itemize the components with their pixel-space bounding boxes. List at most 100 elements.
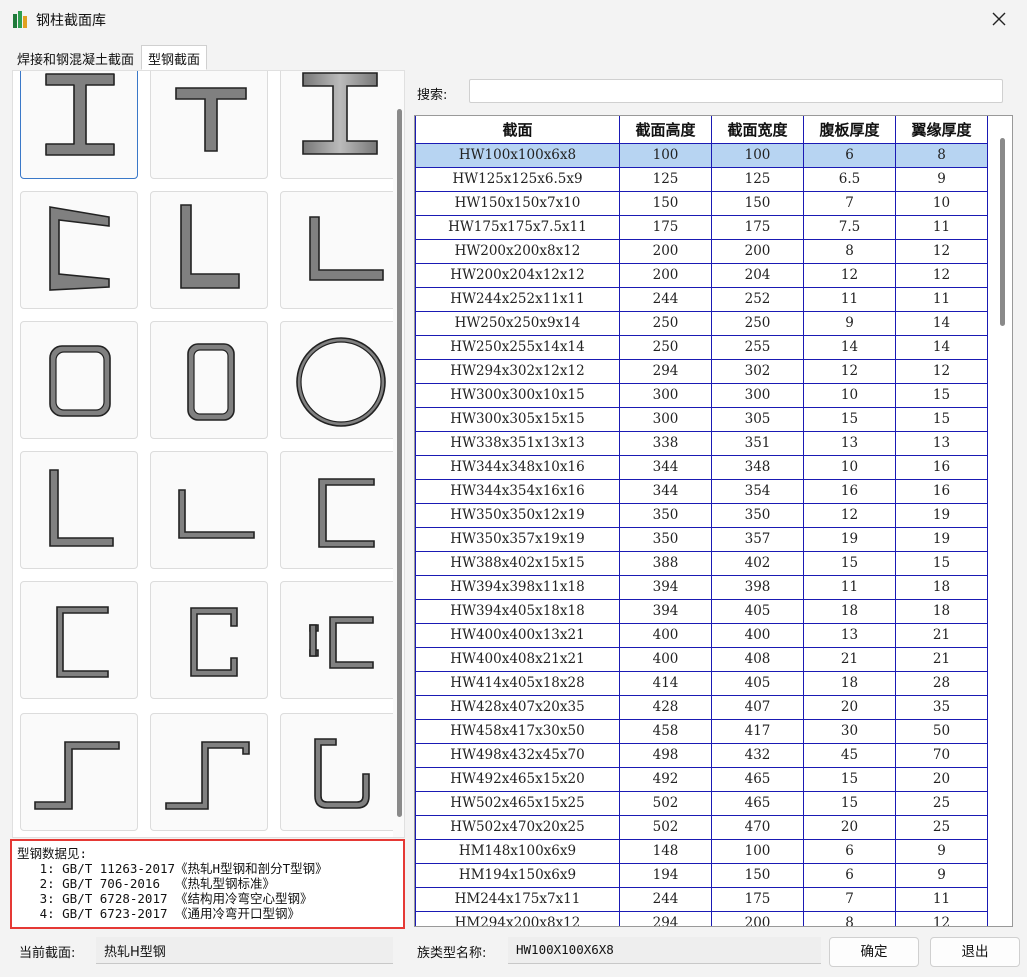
shape-tile[interactable] (20, 581, 138, 699)
table-cell: 432 (711, 742, 804, 768)
table-row[interactable]: HW300x300x10x15 300 300 10 15 (415, 382, 988, 408)
table-row[interactable]: HW400x408x21x21 400 408 21 21 (415, 646, 988, 672)
shape-tile[interactable] (150, 451, 268, 569)
close-icon (992, 12, 1006, 26)
unequal-angle-icon (309, 216, 384, 281)
table-row[interactable]: HW344x354x16x16 344 354 16 16 (415, 478, 988, 504)
table-row[interactable]: HW492x465x15x20 492 465 15 20 (415, 766, 988, 792)
shape-tile[interactable] (20, 451, 138, 569)
exit-button[interactable]: 退出 (930, 937, 1020, 967)
column-header-flange-thickness[interactable]: 翼缘厚度 (895, 116, 988, 144)
table-cell: 428 (619, 694, 712, 720)
shape-tile[interactable] (280, 451, 398, 569)
table-row[interactable]: HW250x255x14x14 250 255 14 14 (415, 334, 988, 360)
table-row[interactable]: HM148x100x6x9 148 100 6 9 (415, 838, 988, 864)
table-row[interactable]: HW498x432x45x70 498 432 45 70 (415, 742, 988, 768)
table-row[interactable]: HW350x357x19x19 350 357 19 19 (415, 526, 988, 552)
gallery-scrollbar[interactable] (393, 71, 404, 837)
table-scrollbar[interactable] (997, 116, 1011, 926)
table-cell: 175 (711, 214, 804, 240)
table-cell: 18 (803, 598, 896, 624)
close-button[interactable] (979, 2, 1019, 36)
standards-info: 型钢数据见: 1: GB/T 11263-2017《热轧H型钢和剖分T型钢》 2… (10, 839, 405, 929)
table-cell: 344 (619, 478, 712, 504)
table-row[interactable]: HW150x150x7x10 150 150 7 10 (415, 190, 988, 216)
table-row[interactable]: HW344x348x10x16 344 348 10 16 (415, 454, 988, 480)
table-row[interactable]: HW388x402x15x15 388 402 15 15 (415, 550, 988, 576)
shape-tile[interactable] (150, 71, 268, 179)
table-row[interactable]: HW100x100x6x8 100 100 6 8 (415, 142, 988, 168)
table-cell: 10 (803, 382, 896, 408)
table-cell: 357 (711, 526, 804, 552)
table-cell: HW200x204x12x12 (415, 262, 620, 288)
table-cell: 417 (711, 718, 804, 744)
shape-tile[interactable] (280, 321, 398, 439)
shape-tile[interactable] (20, 191, 138, 309)
column-header-width[interactable]: 截面宽度 (711, 116, 804, 144)
cold-formed-unequal-angle-icon (178, 489, 255, 539)
table-row[interactable]: HW300x305x15x15 300 305 15 15 (415, 406, 988, 432)
search-input[interactable] (469, 79, 1003, 103)
shape-tile[interactable] (280, 581, 398, 699)
shape-tile[interactable] (150, 581, 268, 699)
table-row[interactable]: HW294x302x12x12 294 302 12 12 (415, 358, 988, 384)
table-row[interactable]: HW502x470x20x25 502 470 20 25 (415, 814, 988, 840)
shape-tile[interactable] (280, 191, 398, 309)
table-row[interactable]: HW250x250x9x14 250 250 9 14 (415, 310, 988, 336)
table-row[interactable]: HW394x398x11x18 394 398 11 18 (415, 574, 988, 600)
table-cell: 350 (619, 502, 712, 528)
table-row[interactable]: HW244x252x11x11 244 252 11 11 (415, 286, 988, 312)
column-header-height[interactable]: 截面高度 (619, 116, 712, 144)
table-cell: 407 (711, 694, 804, 720)
shape-tile[interactable] (20, 321, 138, 439)
shape-tile[interactable] (150, 713, 268, 831)
table-row[interactable]: HW350x350x12x19 350 350 12 19 (415, 502, 988, 528)
table-cell: HM294x200x8x12 (415, 910, 620, 926)
ok-button[interactable]: 确定 (829, 937, 919, 967)
table-cell: 13 (895, 430, 988, 456)
table-row[interactable]: HM294x200x8x12 294 200 8 12 (415, 910, 988, 926)
table-row[interactable]: HW458x417x30x50 458 417 30 50 (415, 718, 988, 744)
search-label: 搜索: (417, 88, 448, 103)
table-cell: HW350x357x19x19 (415, 526, 620, 552)
table-row[interactable]: HM194x150x6x9 194 150 6 9 (415, 862, 988, 888)
table-row[interactable]: HW428x407x20x35 428 407 20 35 (415, 694, 988, 720)
tab-rolled-steel[interactable]: 型钢截面 (141, 45, 208, 70)
table-row[interactable]: HW200x200x8x12 200 200 8 12 (415, 238, 988, 264)
table-row[interactable]: HW394x405x18x18 394 405 18 18 (415, 598, 988, 624)
table-cell: 11 (895, 886, 988, 912)
table-cell: 12 (803, 262, 896, 288)
table-row[interactable]: HW200x204x12x12 200 204 12 12 (415, 262, 988, 288)
table-row[interactable]: HM244x175x7x11 244 175 7 11 (415, 886, 988, 912)
table-cell: 8 (895, 142, 988, 168)
table-cell: 9 (895, 862, 988, 888)
table-cell: 300 (619, 406, 712, 432)
table-cell: 398 (711, 574, 804, 600)
table-cell: 338 (619, 430, 712, 456)
family-type-field[interactable]: HW100X100X6X8 (508, 937, 821, 964)
column-header-web-thickness[interactable]: 腹板厚度 (803, 116, 896, 144)
table-row[interactable]: HW125x125x6.5x9 125 125 6.5 9 (415, 166, 988, 192)
shape-tile[interactable] (150, 191, 268, 309)
shape-tile[interactable] (20, 713, 138, 831)
shape-tile[interactable] (150, 321, 268, 439)
table-cell: 100 (711, 838, 804, 864)
table-row[interactable]: HW400x400x13x21 400 400 13 21 (415, 622, 988, 648)
tab-welded-composite[interactable]: 焊接和钢混凝土截面 (10, 45, 141, 70)
table-cell: 18 (895, 598, 988, 624)
shape-tile[interactable] (280, 71, 398, 179)
table-cell: 150 (711, 862, 804, 888)
table-cell: 150 (711, 190, 804, 216)
shape-tile[interactable] (20, 71, 138, 179)
table-row[interactable]: HW502x465x15x25 502 465 15 25 (415, 790, 988, 816)
table-row[interactable]: HW414x405x18x28 414 405 18 28 (415, 670, 988, 696)
table-cell: 348 (711, 454, 804, 480)
shape-tile[interactable] (280, 713, 398, 831)
table-cell: 18 (803, 670, 896, 696)
table-row[interactable]: HW338x351x13x13 338 351 13 13 (415, 430, 988, 456)
table-cell: HW294x302x12x12 (415, 358, 620, 384)
table-cell: 10 (895, 190, 988, 216)
table-row[interactable]: HW175x175x7.5x11 175 175 7.5 11 (415, 214, 988, 240)
column-header-section[interactable]: 截面 (415, 116, 620, 144)
table-cell: 11 (803, 286, 896, 312)
